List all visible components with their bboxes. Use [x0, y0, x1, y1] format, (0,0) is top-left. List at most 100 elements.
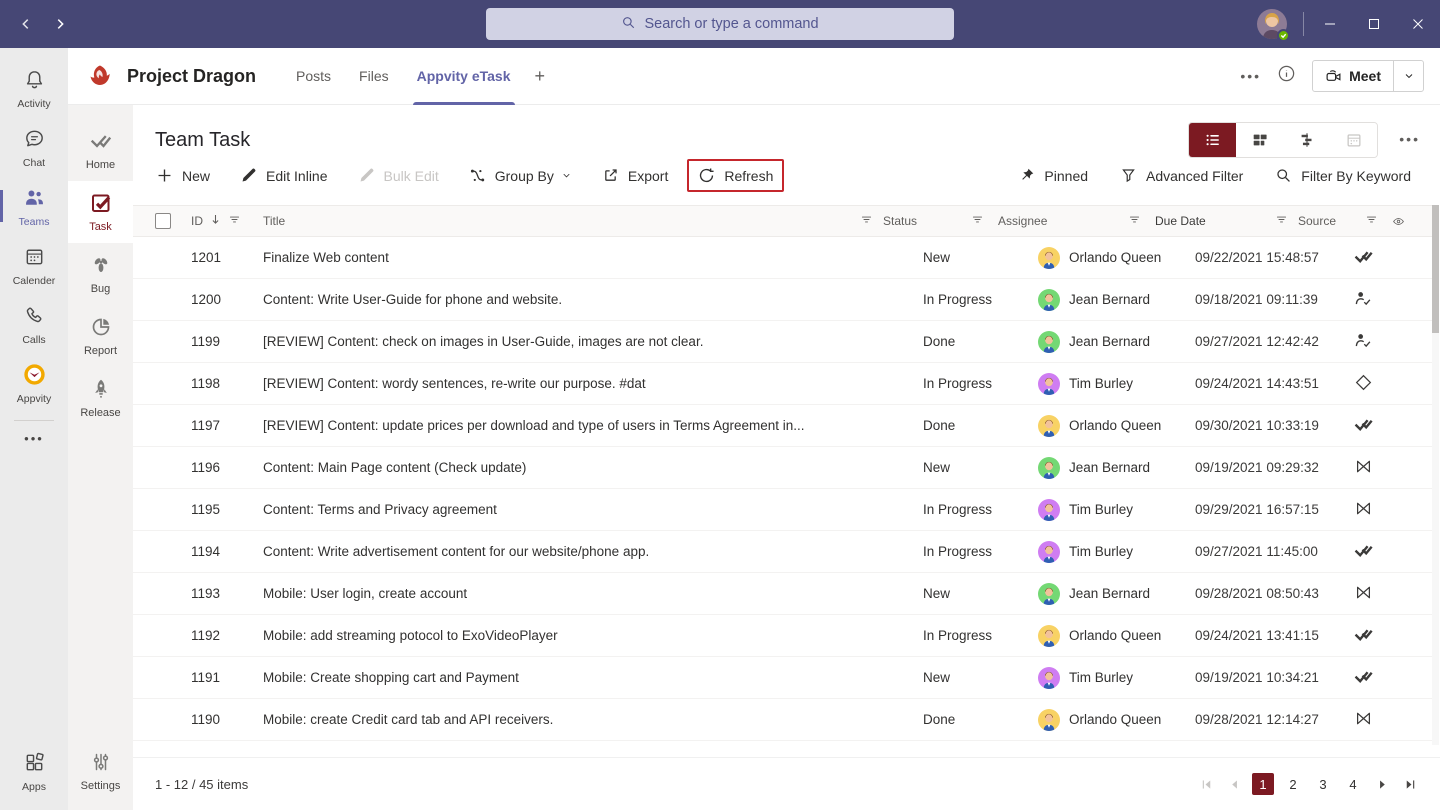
page-1-button[interactable]: 1	[1252, 773, 1274, 795]
table-row[interactable]: 1194 Content: Write advertisement content…	[133, 531, 1432, 573]
app-rail-item-apps[interactable]: Apps	[0, 743, 68, 800]
app-rail-item-calls[interactable]: Calls	[0, 296, 68, 353]
column-header-status[interactable]: Status	[883, 213, 998, 229]
vertical-scrollbar[interactable]	[1432, 205, 1439, 745]
scrollbar-thumb[interactable]	[1432, 205, 1439, 333]
table-row[interactable]: 1192 Mobile: add streaming potocol to Exo…	[133, 615, 1432, 657]
src-diamond-icon	[1354, 373, 1373, 395]
column-header-id[interactable]: ID	[191, 213, 263, 229]
table-row[interactable]: 1196 Content: Main Page content (Check up…	[133, 447, 1432, 489]
module-rail-item-bug[interactable]: Bug	[68, 243, 133, 305]
table-row[interactable]: 1191 Mobile: Create shopping cart and Pay…	[133, 657, 1432, 699]
user-avatar[interactable]	[1257, 9, 1290, 42]
previous-page-button[interactable]	[1224, 774, 1244, 794]
app-rail-item-teams[interactable]: Teams	[0, 178, 68, 235]
meet-button[interactable]: Meet	[1313, 61, 1393, 91]
column-header-assignee[interactable]: Assignee	[998, 213, 1155, 229]
toolbar-export-button[interactable]: Export	[591, 159, 679, 192]
task-source	[1328, 331, 1418, 353]
search-bar[interactable]: Search or type a command	[486, 8, 954, 40]
table-row[interactable]: 1193 Mobile: User login, create account Ne…	[133, 573, 1432, 615]
table-row[interactable]: 1197 [REVIEW] Content: update prices per …	[133, 405, 1432, 447]
module-rail-item-home[interactable]: Home	[68, 119, 133, 181]
toolbar-new-button[interactable]: New	[145, 159, 221, 192]
toolbar-edit-inline-button[interactable]: Edit Inline	[229, 159, 338, 192]
column-header-title[interactable]: Title	[263, 213, 883, 229]
module-rail-item-settings[interactable]: Settings	[68, 740, 133, 802]
table-row[interactable]: 1195 Content: Terms and Privacy agreement…	[133, 489, 1432, 531]
pencil-icon	[358, 167, 375, 184]
tab-posts[interactable]: Posts	[282, 48, 345, 105]
task-due-date: 09/29/2021 16:57:15	[1195, 502, 1319, 517]
more-apps-button[interactable]: •••	[0, 425, 68, 451]
select-all-checkbox[interactable]	[155, 213, 171, 229]
filter-icon[interactable]	[1275, 213, 1288, 229]
advanced-filter-button[interactable]: Advanced Filter	[1109, 159, 1254, 192]
tab-files[interactable]: Files	[345, 48, 403, 105]
toolbar-refresh-button[interactable]: Refresh	[687, 159, 785, 192]
channel-info-icon[interactable]	[1277, 64, 1296, 88]
task-source	[1328, 709, 1418, 731]
close-button[interactable]	[1396, 0, 1440, 48]
filter-by-keyword-button[interactable]: Filter By Keyword	[1264, 159, 1422, 192]
app-rail-item-calender[interactable]: Calender	[0, 237, 68, 294]
view-more-options-button[interactable]: •••	[1399, 131, 1420, 147]
filter-icon[interactable]	[1365, 213, 1378, 229]
forward-icon[interactable]	[48, 12, 72, 36]
back-icon[interactable]	[14, 12, 38, 36]
module-rail-item-task[interactable]: Task	[68, 181, 133, 243]
table-row[interactable]: 1200 Content: Write User-Guide for phone …	[133, 279, 1432, 321]
task-assignee: Tim Burley	[1038, 498, 1195, 521]
table-rows: 1201 Finalize Web content New Orlando Queen…	[133, 237, 1432, 741]
module-rail-item-release[interactable]: Release	[68, 367, 133, 429]
task-source	[1328, 457, 1418, 479]
filter-icon[interactable]	[228, 213, 241, 229]
toolbar-bulk-edit-button[interactable]: Bulk Edit	[347, 159, 450, 192]
filter-icon[interactable]	[1128, 213, 1141, 229]
app-rail-item-activity[interactable]: Activity	[0, 60, 68, 117]
task-due-date: 09/18/2021 09:11:39	[1195, 292, 1318, 307]
filter-icon[interactable]	[860, 213, 873, 229]
task-due-date: 09/19/2021 10:34:21	[1195, 670, 1319, 685]
page-2-button[interactable]: 2	[1282, 773, 1304, 795]
app-rail-item-chat[interactable]: Chat	[0, 119, 68, 176]
app-rail-label: Teams	[18, 215, 50, 228]
table-row[interactable]: 1198 [REVIEW] Content: wordy sentences, r…	[133, 363, 1432, 405]
gantt-view-button[interactable]	[1283, 123, 1330, 157]
page-3-button[interactable]: 3	[1312, 773, 1334, 795]
pinned-button[interactable]: Pinned	[1007, 159, 1099, 192]
assignee-name: Jean Bernard	[1069, 586, 1151, 601]
module-rail-item-report[interactable]: Report	[68, 305, 133, 367]
page-4-button[interactable]: 4	[1342, 773, 1364, 795]
channel-more-options-button[interactable]: •••	[1240, 68, 1261, 84]
task-id: 1195	[191, 502, 221, 517]
filter-bar-label: Filter By Keyword	[1301, 167, 1411, 184]
first-page-button[interactable]	[1196, 774, 1216, 794]
table-row[interactable]: 1190 Mobile: create Credit card tab and A…	[133, 699, 1432, 741]
task-id: 1197	[191, 418, 221, 433]
add-tab-button[interactable]: +	[525, 66, 556, 87]
next-page-button[interactable]	[1372, 774, 1392, 794]
board-view-button[interactable]	[1236, 123, 1283, 157]
minimize-button[interactable]	[1308, 0, 1352, 48]
column-header-source[interactable]: Source	[1288, 213, 1378, 229]
app-rail-item-appvity[interactable]: Appvity	[0, 355, 68, 412]
column-header-due-date[interactable]: Due Date	[1155, 213, 1288, 229]
app-rail-divider	[14, 420, 54, 421]
meet-dropdown-button[interactable]	[1393, 61, 1423, 91]
task-icon	[89, 191, 113, 218]
filter-icon[interactable]	[971, 213, 984, 229]
list-view-button[interactable]	[1189, 123, 1236, 157]
table-row[interactable]: 1201 Finalize Web content New Orlando Queen…	[133, 237, 1432, 279]
task-due-date: 09/28/2021 12:14:27	[1195, 712, 1319, 727]
maximize-button[interactable]	[1352, 0, 1396, 48]
toolbar-group-by-button[interactable]: Group By	[458, 159, 583, 192]
table-row[interactable]: 1199 [REVIEW] Content: check on images in…	[133, 321, 1432, 363]
calendar-view-button[interactable]	[1330, 123, 1377, 157]
column-visibility-eye-icon[interactable]	[1378, 215, 1418, 228]
task-id: 1201	[191, 250, 222, 265]
sort-descending-icon[interactable]	[209, 213, 222, 229]
app-rail-label: Appvity	[16, 392, 52, 405]
last-page-button[interactable]	[1400, 774, 1420, 794]
tab-appvity-etask[interactable]: Appvity eTask	[403, 48, 525, 105]
